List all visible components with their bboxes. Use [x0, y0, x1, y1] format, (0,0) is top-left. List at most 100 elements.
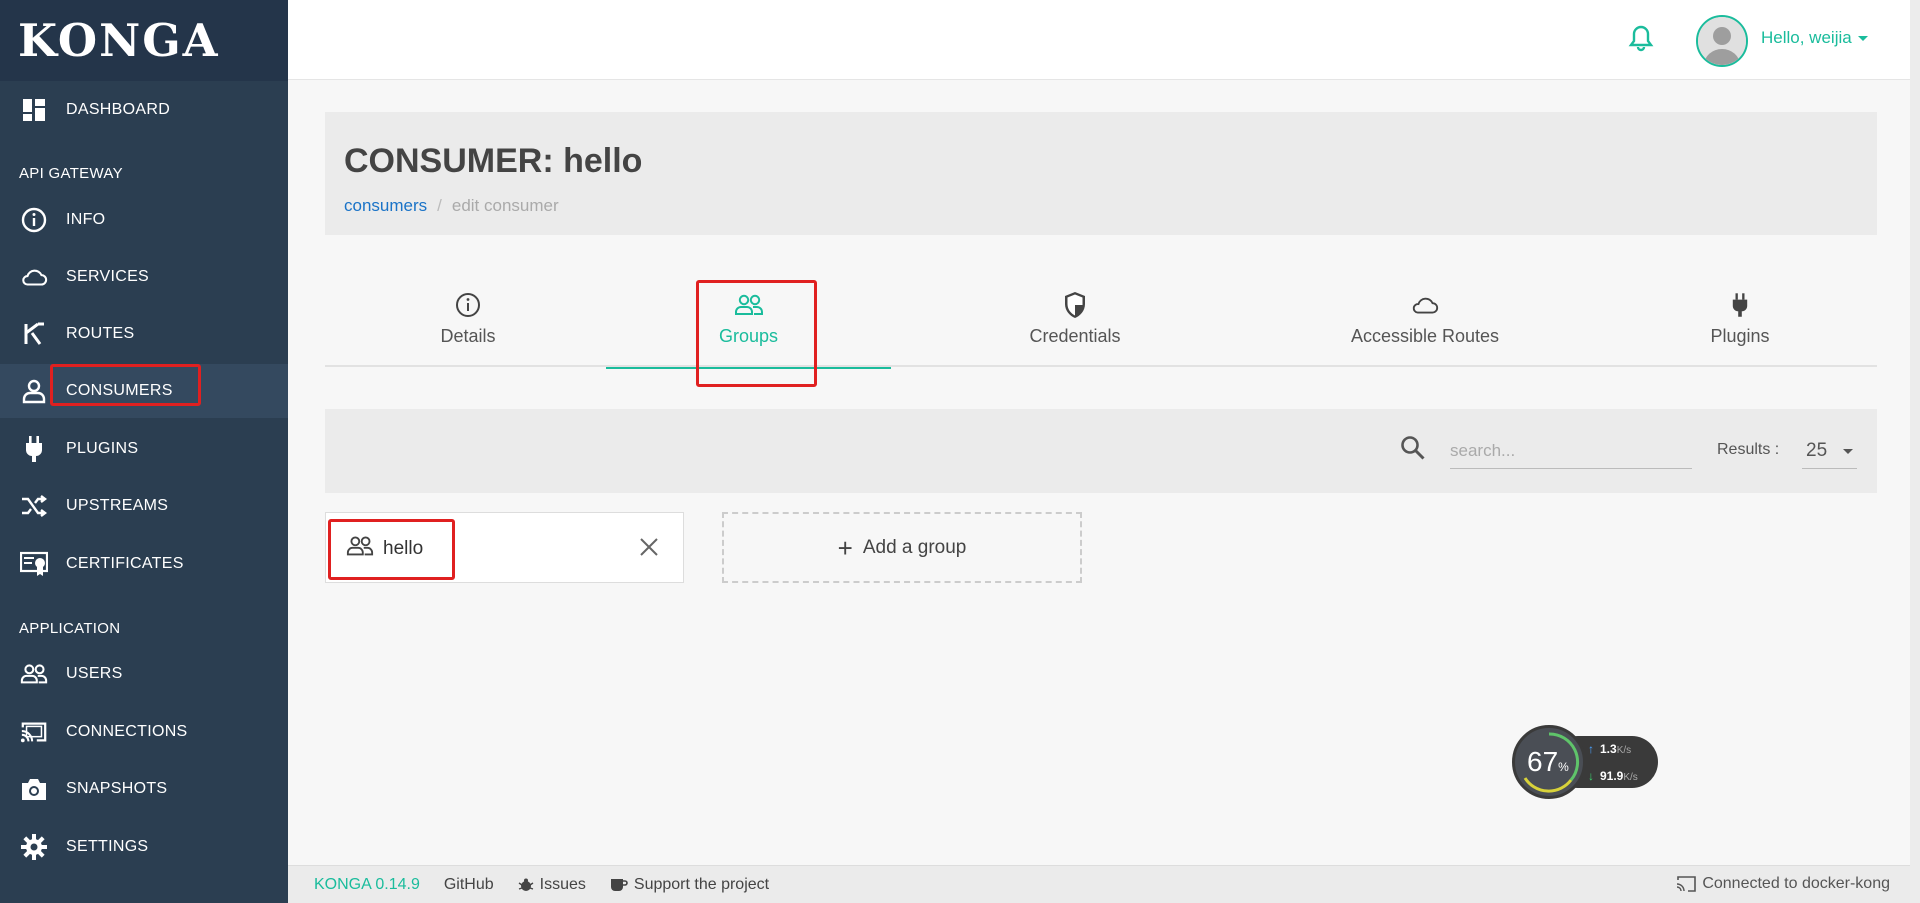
breadcrumb-separator: / — [437, 196, 442, 215]
cast-icon — [1677, 876, 1697, 892]
tab-groups[interactable]: Groups — [606, 272, 891, 369]
breadcrumb-current: edit consumer — [451, 196, 559, 215]
tab-details[interactable]: Details — [413, 272, 523, 367]
users-icon — [734, 290, 764, 320]
sidebar-item-consumers[interactable]: CONSUMERS — [0, 364, 288, 418]
sidebar-item-label: CONSUMERS — [66, 382, 173, 399]
sidebar-item-label: ROUTES — [66, 325, 135, 342]
sidebar-item-label: USERS — [66, 665, 123, 682]
footer-issues-link[interactable]: Issues — [518, 876, 586, 894]
results-per-page-select[interactable]: 25 — [1802, 433, 1857, 469]
camera-icon — [20, 775, 48, 803]
section-api-gateway: API GATEWAY — [19, 165, 123, 182]
speed-percent: 67% — [1527, 746, 1569, 777]
plus-icon: + — [837, 532, 853, 563]
users-icon — [20, 660, 48, 688]
sidebar-item-label: DASHBOARD — [66, 101, 171, 118]
tab-plugins[interactable]: Plugins — [1690, 272, 1790, 367]
sidebar-item-label: CONNECTIONS — [66, 723, 188, 740]
breadcrumb: consumers / edit consumer — [344, 196, 559, 216]
plug-icon — [20, 435, 48, 463]
sidebar-item-certificates[interactable]: CERTIFICATES — [0, 537, 288, 591]
footer-support-link[interactable]: Support the project — [610, 876, 769, 894]
user-icon — [20, 377, 48, 405]
groups-toolbar: Results : 25 — [325, 409, 1877, 493]
results-value: 25 — [1806, 439, 1828, 461]
certificate-icon — [20, 550, 48, 578]
caret-down-icon — [1857, 35, 1868, 41]
page-header: CONSUMER: hello consumers / edit consume… — [325, 112, 1877, 235]
sidebar-item-label: UPSTREAMS — [66, 497, 169, 514]
breadcrumb-consumers-link[interactable]: consumers — [344, 196, 427, 216]
logo-text: KONGA — [18, 14, 220, 67]
sidebar-item-users[interactable]: USERS — [0, 647, 288, 701]
tab-label: Groups — [718, 326, 779, 346]
tab-label: Credentials — [1029, 326, 1121, 346]
sidebar-item-plugins[interactable]: PLUGINS — [0, 422, 288, 476]
sidebar-item-label: SERVICES — [66, 268, 150, 285]
connection-status: Connected to docker-kong — [1676, 875, 1890, 893]
cast-icon — [20, 718, 48, 746]
page-scrollbar[interactable] — [1910, 0, 1920, 903]
search-input[interactable] — [1450, 433, 1692, 469]
fork-icon — [20, 320, 48, 348]
tab-label: Accessible Routes — [1350, 326, 1500, 346]
search-icon[interactable] — [1400, 435, 1430, 465]
tab-accessible-routes[interactable]: Accessible Routes — [1315, 272, 1535, 367]
avatar[interactable] — [1696, 15, 1748, 67]
sidebar-item-upstreams[interactable]: UPSTREAMS — [0, 479, 288, 533]
page-title: CONSUMER: hello — [344, 142, 643, 180]
bug-icon — [518, 878, 534, 891]
group-name: hello — [383, 538, 424, 559]
info-icon — [20, 206, 48, 234]
upload-speed: ↑ 1.3K/s — [1588, 742, 1632, 756]
section-application: APPLICATION — [19, 620, 121, 637]
sidebar-item-info[interactable]: INFO — [0, 193, 288, 247]
close-icon[interactable] — [637, 535, 663, 561]
sidebar-item-label: CERTIFICATES — [66, 555, 184, 572]
app-logo[interactable]: KONGA — [0, 0, 288, 81]
add-group-label: Add a group — [862, 536, 967, 558]
sidebar-item-settings[interactable]: SETTINGS — [0, 820, 288, 874]
tab-label: Details — [440, 326, 496, 346]
tab-credentials[interactable]: Credentials — [995, 272, 1155, 367]
shield-icon — [1060, 290, 1090, 320]
sidebar-item-services[interactable]: SERVICES — [0, 250, 288, 304]
sidebar-item-label: INFO — [66, 211, 106, 228]
plug-icon — [1725, 290, 1755, 320]
download-speed: ↓ 91.9K/s — [1588, 769, 1638, 783]
sidebar-item-label: SNAPSHOTS — [66, 780, 168, 797]
info-icon — [453, 290, 483, 320]
sidebar-item-snapshots[interactable]: SNAPSHOTS — [0, 762, 288, 816]
caret-down-icon — [1843, 449, 1853, 454]
sidebar-item-label: PLUGINS — [66, 440, 139, 457]
arrow-up-icon: ↑ — [1588, 742, 1594, 756]
coffee-icon — [610, 878, 628, 891]
cloud-icon — [20, 263, 48, 291]
gear-icon — [20, 833, 48, 861]
footer-version: KONGA 0.14.9 — [314, 875, 420, 893]
shuffle-icon — [20, 492, 48, 520]
footer: KONGA 0.14.9 GitHub Issues Support the p… — [288, 865, 1910, 903]
user-menu[interactable]: Hello, weijia — [1761, 28, 1868, 48]
users-icon — [346, 535, 374, 561]
consumer-tabs: Details Groups Credentials Accessible Ro… — [325, 272, 1877, 369]
arrow-down-icon: ↓ — [1588, 769, 1594, 783]
top-bar: Hello, weijia — [288, 0, 1920, 80]
sidebar-item-dashboard[interactable]: DASHBOARD — [0, 83, 288, 137]
sidebar-item-label: SETTINGS — [66, 838, 149, 855]
group-card: hello — [325, 512, 684, 583]
cpu-gauge: 67% — [1512, 725, 1586, 799]
sidebar: KONGA DASHBOARD API GATEWAY INFO SERVICE… — [0, 0, 288, 903]
user-greeting: Hello, weijia — [1761, 28, 1852, 47]
cloud-icon — [1410, 290, 1440, 320]
sidebar-item-connections[interactable]: CONNECTIONS — [0, 705, 288, 759]
results-label: Results : — [1717, 441, 1780, 458]
network-speed-widget[interactable]: 67% ↑ 1.3K/s ↓ 91.9K/s — [1512, 725, 1662, 799]
bell-icon[interactable] — [1628, 24, 1658, 54]
tab-label: Plugins — [1710, 326, 1770, 346]
footer-github-link[interactable]: GitHub — [444, 876, 494, 894]
add-group-button[interactable]: + Add a group — [722, 512, 1082, 583]
sidebar-item-routes[interactable]: ROUTES — [0, 307, 288, 361]
dashboard-icon — [20, 96, 48, 124]
